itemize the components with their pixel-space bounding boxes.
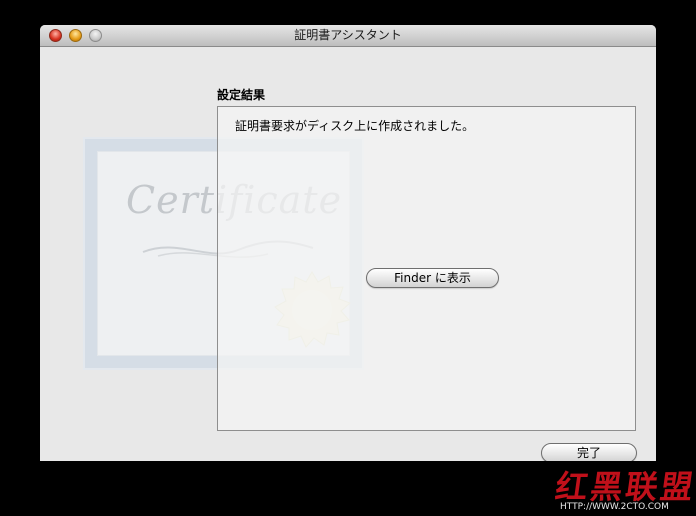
result-message: 証明書要求がディスク上に作成されました。 [235,119,475,133]
watermark-url: HTTP://WWW.2CTO.COM [560,502,669,512]
assistant-content: Certificate 設定結果 証明書要求がディスク上に作成されました。 Fi… [40,47,656,461]
certificate-assistant-window: 証明書アシスタント Certificate 設定結果 証明書要求がディスク上に作… [40,25,656,461]
title-bar[interactable]: 証明書アシスタント [40,25,656,47]
section-title: 設定結果 [217,88,266,102]
window-title: 証明書アシスタント [294,28,402,42]
done-button[interactable]: 完了 [541,443,637,461]
site-watermark-logo: 红黑联盟 HTTP://WWW.2CTO.COM [553,462,696,516]
result-panel: 証明書要求がディスク上に作成されました。 Finder に表示 [217,106,636,431]
show-in-finder-button[interactable]: Finder に表示 [366,268,499,288]
